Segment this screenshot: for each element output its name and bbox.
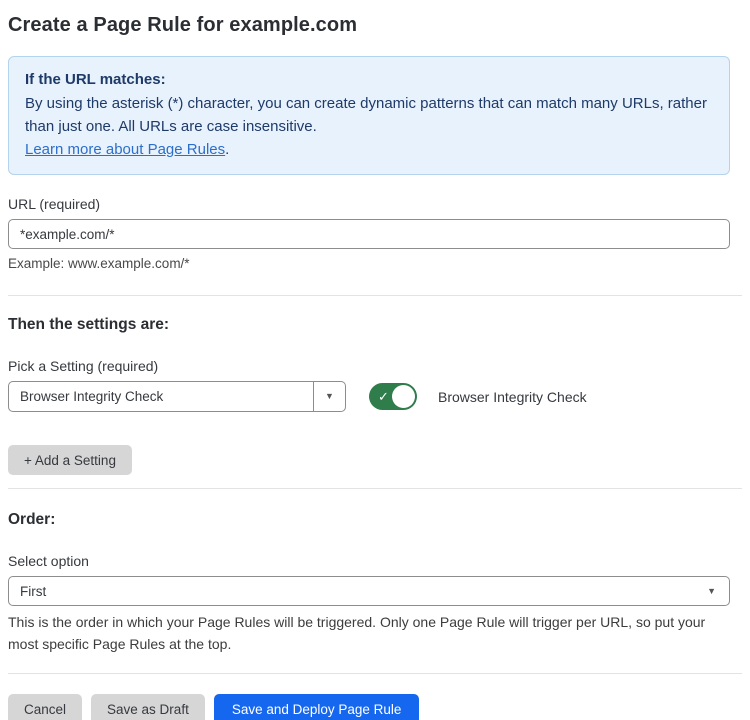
link-period: . [225,141,229,158]
url-example-helper: Example: www.example.com/* [8,256,730,271]
cancel-button[interactable]: Cancel [8,694,82,720]
learn-more-link[interactable]: Learn more about Page Rules [25,141,225,158]
url-matches-info-box: If the URL matches: By using the asteris… [8,56,730,175]
url-input[interactable] [8,219,730,249]
dropdown-arrow-icon: ▼ [707,587,716,596]
form-actions: Cancel Save as Draft Save and Deploy Pag… [8,694,730,720]
toggle-knob [392,385,415,408]
order-select[interactable]: First ▼ [8,576,730,606]
section-divider [8,295,742,296]
setting-select[interactable]: Browser Integrity Check ▼ [8,381,346,412]
save-as-draft-button[interactable]: Save as Draft [91,694,205,720]
toggle-label: Browser Integrity Check [438,389,587,405]
order-select-value[interactable]: First [9,584,707,599]
page-title: Create a Page Rule for example.com [8,14,730,37]
browser-integrity-toggle[interactable]: ✓ [369,383,417,410]
info-box-body: By using the asterisk (*) character, you… [25,92,713,161]
setting-picker-label: Pick a Setting (required) [8,358,730,374]
setting-row: Browser Integrity Check ▼ ✓ Browser Inte… [8,381,730,412]
setting-select-value[interactable]: Browser Integrity Check [9,382,313,411]
section-divider [8,673,742,674]
order-helper-text: This is the order in which your Page Rul… [8,611,730,655]
order-section-heading: Order: [8,511,730,529]
save-and-deploy-button[interactable]: Save and Deploy Page Rule [214,694,420,720]
create-page-rule-form: Create a Page Rule for example.com If th… [0,0,750,720]
info-box-body-text: By using the asterisk (*) character, you… [25,95,707,135]
add-setting-button[interactable]: + Add a Setting [8,445,132,475]
info-box-heading: If the URL matches: [25,68,713,91]
section-divider [8,488,742,489]
setting-select-arrow-segment[interactable]: ▼ [313,382,345,411]
check-icon: ✓ [378,390,389,403]
settings-section-heading: Then the settings are: [8,316,730,334]
order-select-label: Select option [8,553,730,569]
url-field-label: URL (required) [8,196,730,212]
dropdown-arrow-icon: ▼ [325,392,334,401]
